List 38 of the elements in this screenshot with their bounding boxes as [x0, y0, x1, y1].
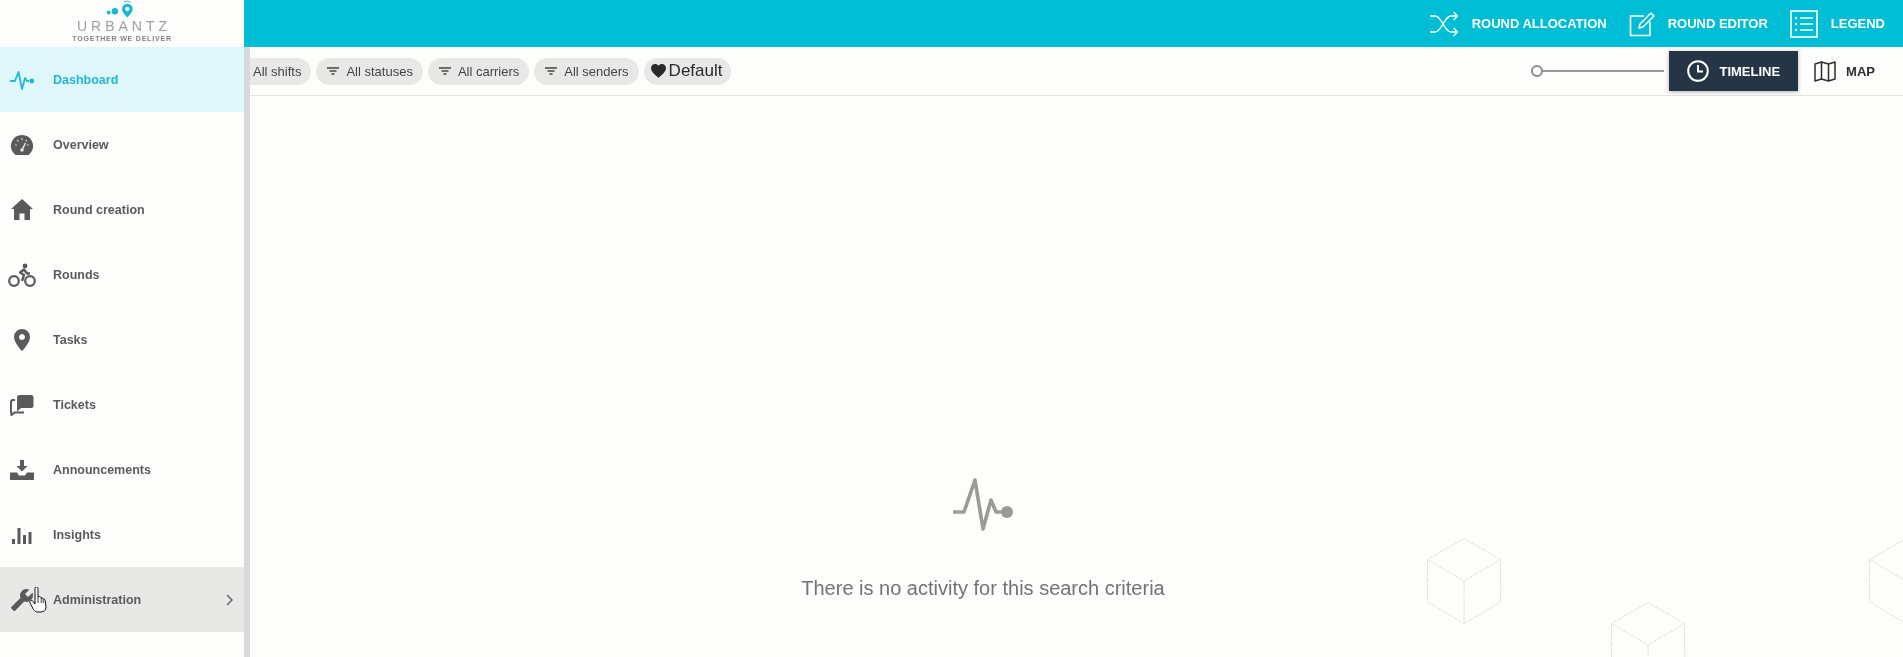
- view-tab[interactable]: TIMELINE: [1669, 51, 1799, 91]
- filter-chip[interactable]: All shifts: [250, 57, 312, 85]
- bar-chart-icon: [12, 525, 32, 544]
- nav-item[interactable]: Administration: [0, 567, 244, 632]
- map-pin-icon: [14, 328, 30, 351]
- chat-bubbles-icon: [10, 393, 34, 416]
- filter-chip[interactable]: All carriers: [427, 57, 530, 85]
- pulse-icon: [951, 477, 1015, 532]
- filter-chip[interactable]: All senders: [534, 57, 639, 85]
- bicycle-rider-icon: [8, 262, 36, 287]
- nav-item[interactable]: Tickets: [0, 372, 244, 437]
- nav-item[interactable]: Tasks: [0, 307, 244, 372]
- filter-icon: [545, 67, 558, 75]
- shuffle-icon: [1428, 10, 1459, 37]
- heart-icon: [650, 64, 666, 78]
- download-tray-icon: [10, 459, 34, 480]
- nav-item[interactable]: Announcements: [0, 437, 244, 502]
- list-icon: [1789, 9, 1818, 38]
- favorites-chip[interactable]: Default: [643, 57, 732, 85]
- house-icon: [11, 199, 33, 220]
- filter-icon: [327, 67, 340, 75]
- clock-icon: [1687, 60, 1710, 82]
- edit-icon: [1628, 10, 1655, 37]
- filter-icon: [438, 67, 451, 75]
- slider-thumb[interactable]: [1531, 65, 1544, 77]
- nav-item[interactable]: Round creation: [0, 177, 244, 242]
- map-icon: [1814, 60, 1837, 82]
- hand-cursor-icon: [29, 587, 47, 613]
- filter-chip[interactable]: All statuses: [316, 57, 423, 85]
- speedometer-icon: [10, 133, 34, 156]
- pulse-icon: [9, 69, 35, 90]
- empty-state-message: There is no activity for this search criteria: [801, 576, 1165, 600]
- nav-item[interactable]: Overview: [0, 112, 244, 177]
- nav-item[interactable]: Insights: [0, 502, 244, 567]
- wrench-icon: [10, 587, 34, 612]
- logo-wordmark: URBANTZ: [76, 19, 172, 33]
- view-tab[interactable]: MAP: [1798, 51, 1891, 91]
- nav-item[interactable]: Rounds: [0, 242, 244, 307]
